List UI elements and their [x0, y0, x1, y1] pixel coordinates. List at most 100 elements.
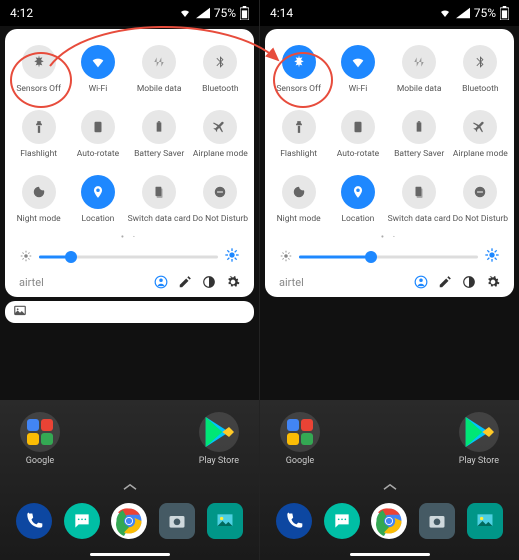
tile-label: Night mode [17, 214, 61, 224]
status-bar: 4:12 75% [0, 0, 259, 26]
tile-flash[interactable]: Flashlight [9, 104, 68, 165]
tile-rotate[interactable]: Auto-rotate [68, 104, 127, 165]
clock: 4:14 [270, 6, 293, 20]
tile-bt[interactable]: Bluetooth [451, 39, 510, 100]
tile-sensors[interactable]: Sensors Off [269, 39, 328, 100]
brightness-row [9, 247, 250, 267]
folder-google[interactable]: Google [20, 412, 60, 466]
tile-battery[interactable]: Battery Saver [388, 104, 451, 165]
brightness-slider[interactable] [39, 249, 218, 265]
folder-playstore[interactable]: Play Store [199, 412, 239, 466]
settings-icon[interactable] [486, 275, 500, 289]
tile-sensors[interactable]: Sensors Off [9, 39, 68, 100]
folder-playstore[interactable]: Play Store [459, 412, 499, 466]
tile-label: Do Not Disturb [193, 214, 249, 224]
dock-phone[interactable] [276, 503, 312, 539]
brightness-row [269, 247, 510, 267]
nav-handle[interactable] [90, 553, 170, 556]
tile-battery[interactable]: Battery Saver [128, 104, 191, 165]
night-icon [282, 175, 316, 209]
tile-label: Sensors Off [276, 84, 321, 94]
dock-chrome[interactable] [371, 503, 407, 539]
dock-camera[interactable] [419, 503, 455, 539]
sensors-icon [282, 45, 316, 79]
tile-location[interactable]: Location [68, 169, 127, 230]
tile-sim[interactable]: Switch data card [388, 169, 451, 230]
clock: 4:12 [10, 6, 33, 20]
edit-icon[interactable] [438, 275, 452, 289]
battery-icon [142, 110, 176, 144]
tile-airplane[interactable]: Airplane mode [191, 104, 250, 165]
tile-label: Sensors Off [16, 84, 61, 94]
app-drawer-handle[interactable] [0, 478, 259, 497]
status-bar: 4:14 75% [260, 0, 519, 26]
notification-card[interactable] [5, 301, 254, 323]
tile-label: Switch data card [128, 214, 191, 224]
tile-label: Switch data card [388, 214, 451, 224]
night-icon [22, 175, 56, 209]
theme-icon[interactable] [202, 275, 216, 289]
battery-icon [402, 110, 436, 144]
settings-icon[interactable] [226, 275, 240, 289]
tile-mobile[interactable]: Mobile data [128, 39, 191, 100]
dnd-icon [203, 175, 237, 209]
folder-label: Google [26, 456, 54, 466]
home-screen: Google Play Store [260, 400, 519, 560]
tile-airplane[interactable]: Airplane mode [451, 104, 510, 165]
location-icon [341, 175, 375, 209]
brightness-high-icon [484, 247, 500, 267]
dock-camera[interactable] [159, 503, 195, 539]
tile-label: Night mode [277, 214, 321, 224]
dock-chrome[interactable] [111, 503, 147, 539]
edit-icon[interactable] [178, 275, 192, 289]
sensors-icon [22, 45, 56, 79]
tile-wifi[interactable]: Wi-Fi [68, 39, 127, 100]
flash-icon [282, 110, 316, 144]
dock-messages[interactable] [324, 503, 360, 539]
tile-mobile[interactable]: Mobile data [388, 39, 451, 100]
tile-flash[interactable]: Flashlight [269, 104, 328, 165]
tile-location[interactable]: Location [328, 169, 387, 230]
user-icon[interactable] [154, 275, 168, 289]
tile-label: Airplane mode [453, 149, 508, 159]
carrier-label: airtel [279, 276, 414, 289]
tile-night[interactable]: Night mode [269, 169, 328, 230]
flash-icon [22, 110, 56, 144]
dock-phone[interactable] [16, 503, 52, 539]
dock-gallery[interactable] [467, 503, 503, 539]
theme-icon[interactable] [462, 275, 476, 289]
tile-rotate[interactable]: Auto-rotate [328, 104, 387, 165]
nav-handle[interactable] [350, 553, 430, 556]
folder-google[interactable]: Google [280, 412, 320, 466]
battery-pct: 75% [474, 6, 496, 20]
tile-label: Bluetooth [202, 84, 238, 94]
sim-icon [402, 175, 436, 209]
tile-label: Wi-Fi [349, 84, 368, 94]
folder-label: Play Store [459, 456, 499, 466]
screenshot-icon [13, 303, 27, 322]
tile-bt[interactable]: Bluetooth [191, 39, 250, 100]
tile-dnd[interactable]: Do Not Disturb [191, 169, 250, 230]
tile-dnd[interactable]: Do Not Disturb [451, 169, 510, 230]
dock-messages[interactable] [64, 503, 100, 539]
tile-wifi[interactable]: Wi-Fi [328, 39, 387, 100]
home-screen: Google Play Store [0, 400, 259, 560]
brightness-high-icon [224, 247, 240, 267]
app-drawer-handle[interactable] [260, 478, 519, 497]
brightness-slider[interactable] [299, 249, 478, 265]
dock [0, 497, 259, 553]
wifi-icon [341, 45, 375, 79]
tile-sim[interactable]: Switch data card [128, 169, 191, 230]
tile-label: Mobile data [397, 84, 442, 94]
dock-gallery[interactable] [207, 503, 243, 539]
tile-label: Airplane mode [193, 149, 248, 159]
user-icon[interactable] [414, 275, 428, 289]
tile-label: Bluetooth [462, 84, 498, 94]
dock [260, 497, 519, 553]
brightness-low-icon [279, 248, 293, 267]
bt-icon [203, 45, 237, 79]
page-indicator: • · [269, 232, 510, 243]
tile-night[interactable]: Night mode [9, 169, 68, 230]
rotate-icon [341, 110, 375, 144]
bt-icon [463, 45, 497, 79]
